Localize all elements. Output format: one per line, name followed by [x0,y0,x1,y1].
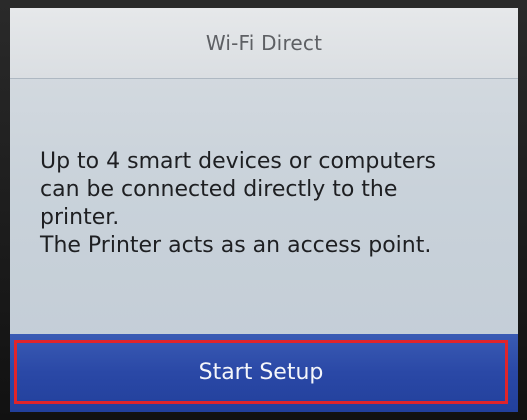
start-setup-button[interactable]: Start Setup [14,340,508,404]
start-setup-label: Start Setup [198,359,324,385]
message-line: Up to 4 smart devices or computers [40,149,436,174]
printer-bezel: Wi-Fi Direct Up to 4 smart devices or co… [0,0,527,420]
message-line: The Printer acts as an access point. [40,233,432,258]
screen-header: Wi-Fi Direct [10,8,518,79]
page-title: Wi-Fi Direct [205,31,323,55]
printer-screen: Wi-Fi Direct Up to 4 smart devices or co… [10,8,518,412]
message-line: can be connected directly to the [40,177,398,202]
message-line: printer. [40,205,120,230]
info-message: Up to 4 smart devices or computers can b… [40,148,510,260]
action-bar: Start Setup [10,334,518,412]
